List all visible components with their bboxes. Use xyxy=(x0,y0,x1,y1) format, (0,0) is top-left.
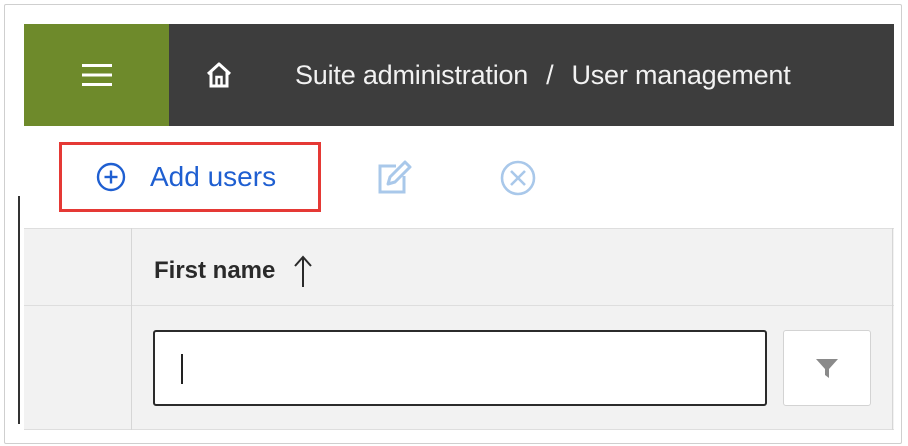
menu-button[interactable] xyxy=(24,24,169,126)
add-users-label: Add users xyxy=(150,161,277,192)
toolbar: Add users xyxy=(24,126,894,228)
text-cursor xyxy=(181,354,183,384)
close-circle-icon xyxy=(500,160,536,196)
column-header-first-name[interactable]: First name xyxy=(154,254,313,288)
column-divider xyxy=(892,228,893,430)
add-users-button[interactable]: Add users xyxy=(59,142,321,212)
breadcrumb-item-suite-administration[interactable]: Suite administration xyxy=(295,60,528,91)
edit-button[interactable] xyxy=(374,158,414,198)
column-header-label: First name xyxy=(154,257,276,284)
hamburger-icon xyxy=(81,64,112,86)
sort-ascending-icon[interactable] xyxy=(293,254,313,288)
first-name-filter-input[interactable] xyxy=(153,330,767,406)
column-divider xyxy=(131,228,132,430)
plus-circle-icon xyxy=(96,162,126,192)
edit-icon xyxy=(378,160,412,194)
top-navigation-bar: Suite administration / User management xyxy=(24,24,894,126)
breadcrumb-item-user-management: User management xyxy=(571,59,791,90)
filter-icon xyxy=(816,359,838,378)
delete-button[interactable] xyxy=(498,158,538,198)
frame-edge xyxy=(18,196,20,424)
breadcrumb: Suite administration / User management xyxy=(269,24,791,126)
filter-button[interactable] xyxy=(783,330,871,406)
home-icon xyxy=(206,62,232,88)
home-button[interactable] xyxy=(169,24,269,126)
breadcrumb-separator: / xyxy=(546,59,554,90)
